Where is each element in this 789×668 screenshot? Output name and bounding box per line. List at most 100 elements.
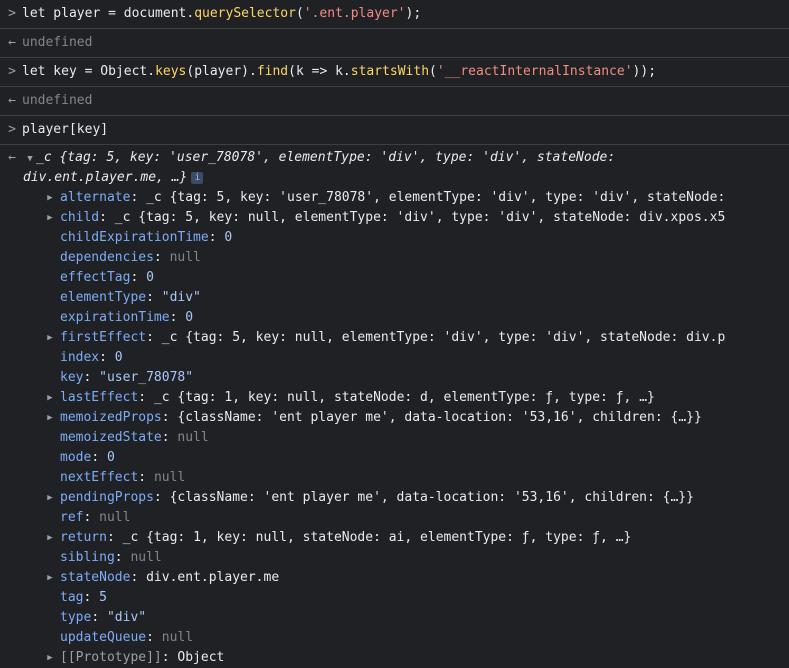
property-name: ref	[60, 510, 84, 525]
expand-triangle-right-icon[interactable]: ▶	[44, 328, 56, 348]
expand-triangle-right-icon[interactable]: ▶	[44, 408, 56, 428]
property-colon: :	[99, 210, 115, 225]
property-name: key	[60, 370, 84, 385]
property-value: "user_78078"	[99, 370, 194, 385]
expand-triangle-right-icon[interactable]: ▶	[44, 208, 56, 228]
prompt-arrow-icon: >	[8, 6, 16, 21]
expand-triangle-right-icon[interactable]: ▶	[44, 488, 56, 508]
property-colon: :	[153, 250, 170, 265]
expand-triangle-down-icon[interactable]: ▼	[24, 149, 36, 168]
property-value: _c {tag: 1, key: null, stateNode: ai, el…	[122, 530, 632, 545]
property-row[interactable]: ▶ firstEffect: _c {tag: 5, key: null, ele…	[0, 328, 789, 348]
property-value: null	[161, 630, 194, 645]
property-colon: :	[138, 470, 154, 485]
console-input-1[interactable]: > let player = document.querySelector('.…	[0, 0, 789, 29]
property-value: null	[177, 430, 209, 445]
property-name: alternate	[60, 190, 131, 205]
property-colon: :	[161, 650, 178, 665]
property-value: "div"	[161, 290, 201, 305]
property-value: _c {tag: 5, key: null, elementType: 'div…	[114, 210, 726, 225]
property-row[interactable]: ▶ pendingProps: {className: 'ent player m…	[0, 488, 789, 508]
property-row: dependencies: null	[0, 248, 789, 268]
property-row: childExpirationTime: 0	[0, 228, 789, 248]
property-row: ref: null	[0, 508, 789, 528]
object-summary-text-2: div.ent.player.me, …}	[23, 170, 188, 185]
console-input-2[interactable]: > let key = Object.keys(player).find(k =…	[0, 58, 789, 87]
property-value: null	[130, 550, 162, 565]
property-name: memoizedState	[60, 430, 162, 445]
property-value: null	[153, 470, 186, 485]
property-row[interactable]: ▶ child: _c {tag: 5, key: null, elementTy…	[0, 208, 789, 228]
property-colon: :	[130, 570, 147, 585]
property-name: firstEffect	[60, 330, 147, 345]
property-row: elementType: "div"	[0, 288, 789, 308]
property-colon: :	[83, 370, 100, 385]
expand-triangle-right-icon[interactable]: ▶	[44, 568, 56, 588]
expand-triangle-right-icon[interactable]: ▶	[44, 528, 56, 548]
property-name: sibling	[60, 550, 115, 565]
property-name: mode	[60, 450, 92, 465]
property-value: null	[99, 510, 131, 525]
property-row: expirationTime: 0	[0, 308, 789, 328]
property-colon: :	[83, 510, 100, 525]
console-result-1: ← undefined	[0, 29, 789, 58]
property-colon: :	[138, 390, 154, 405]
property-name: dependencies	[60, 250, 154, 265]
console-result-2: ← undefined	[0, 87, 789, 116]
property-colon: :	[161, 410, 178, 425]
property-row: sibling: null	[0, 548, 789, 568]
result-text: undefined	[22, 93, 93, 108]
info-icon[interactable]: i	[191, 171, 204, 184]
property-value: "div"	[106, 610, 147, 625]
property-colon: :	[146, 330, 162, 345]
property-row[interactable]: ▶ return: _c {tag: 1, key: null, stateNod…	[0, 528, 789, 548]
property-colon: :	[91, 610, 107, 625]
console-result-3: ← ▼ _c {tag: 5, key: 'user_78078', elemen…	[0, 145, 789, 668]
property-value: {className: 'ent player me', data-locati…	[169, 490, 694, 505]
property-row[interactable]: ▶ alternate: _c {tag: 5, key: 'user_78078…	[0, 188, 789, 208]
property-value: 0	[146, 270, 154, 285]
result-arrow-icon: ←	[8, 150, 16, 165]
property-name: childExpirationTime	[60, 230, 209, 245]
console-input-3[interactable]: > player[key]	[0, 116, 789, 145]
property-name: tag	[60, 590, 84, 605]
property-name: expirationTime	[60, 310, 170, 325]
prompt-arrow-icon: >	[8, 64, 16, 79]
property-name: [[Prototype]]	[60, 650, 162, 665]
property-value: 0	[224, 230, 233, 245]
expand-triangle-right-icon[interactable]: ▶	[44, 648, 56, 668]
property-colon: :	[146, 630, 162, 645]
property-colon: :	[99, 350, 115, 365]
property-row[interactable]: ▶ memoizedProps: {className: 'ent player …	[0, 408, 789, 428]
property-row: type: "div"	[0, 608, 789, 628]
property-name: memoizedProps	[60, 410, 162, 425]
property-value: _c {tag: 5, key: 'user_78078', elementTy…	[146, 190, 726, 205]
expand-triangle-right-icon[interactable]: ▶	[44, 188, 56, 208]
property-colon: :	[146, 290, 162, 305]
property-value: 5	[99, 590, 107, 605]
property-row[interactable]: ▶ lastEffect: _c {tag: 1, key: null, stat…	[0, 388, 789, 408]
property-value: _c {tag: 5, key: null, elementType: 'div…	[161, 330, 726, 345]
property-name: stateNode	[60, 570, 131, 585]
property-row[interactable]: ▶ [[Prototype]]: Object	[0, 648, 789, 668]
property-list: ▶ alternate: _c {tag: 5, key: 'user_78078…	[0, 188, 789, 668]
property-colon: :	[169, 310, 186, 325]
property-colon: :	[208, 230, 225, 245]
property-value: 0	[106, 450, 115, 465]
property-colon: :	[130, 270, 147, 285]
prompt-arrow-icon: >	[8, 122, 16, 137]
property-row[interactable]: ▶ stateNode: div.ent.player.me	[0, 568, 789, 588]
property-row: updateQueue: null	[0, 628, 789, 648]
expand-triangle-right-icon[interactable]: ▶	[44, 388, 56, 408]
result-arrow-icon: ←	[8, 93, 16, 108]
object-summary-text: _c {tag: 5, key: 'user_78078', elementTy…	[36, 150, 616, 165]
property-colon: :	[153, 490, 170, 505]
property-name: effectTag	[60, 270, 131, 285]
property-row: tag: 5	[0, 588, 789, 608]
object-summary[interactable]: ▼ _c {tag: 5, key: 'user_78078', elementT…	[22, 148, 789, 168]
property-name: child	[60, 210, 100, 225]
property-colon: :	[91, 450, 107, 465]
console-panel: > let player = document.querySelector('.…	[0, 0, 789, 665]
property-colon: :	[161, 430, 178, 445]
property-name: nextEffect	[60, 470, 139, 485]
